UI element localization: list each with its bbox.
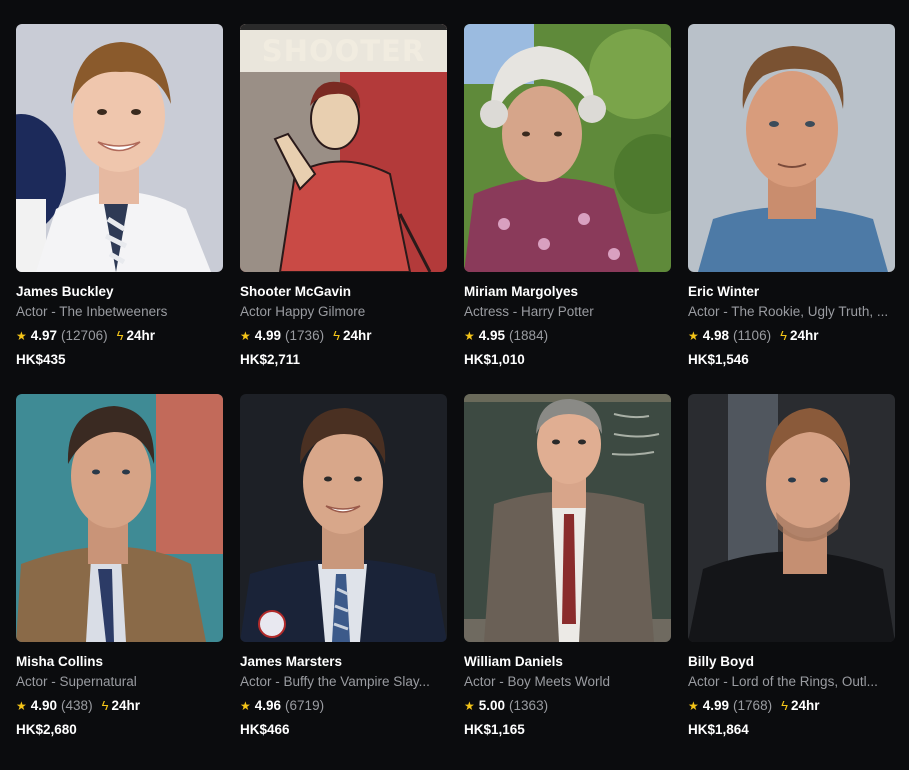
bolt-icon: ϟ (116, 328, 124, 343)
review-count: (1884) (509, 328, 549, 343)
review-count: (1363) (509, 698, 549, 713)
review-count: (438) (61, 698, 93, 713)
talent-card-misha-collins[interactable]: Misha Collins Actor - Supernatural ★ 4.9… (16, 394, 223, 738)
talent-role: Actor - Boy Meets World (464, 674, 611, 689)
talent-role: Actor - Supernatural (16, 674, 137, 689)
star-icon: ★ (688, 699, 699, 713)
price: HK$1,546 (688, 352, 749, 367)
rating-value: 4.96 (254, 698, 282, 713)
talent-role: Actor - The Rookie, Ugly Truth, ... (688, 304, 889, 319)
photo-miriam-margolyes (464, 24, 671, 272)
rating-row: ★ 4.99 (1768) ϟ 24hr (688, 698, 895, 714)
price: HK$1,864 (688, 722, 749, 737)
rating-value: 4.90 (30, 698, 58, 713)
photo-misha-collins (16, 394, 223, 642)
talent-card-billy-boyd[interactable]: Billy Boyd Actor - Lord of the Rings, Ou… (688, 394, 895, 738)
talent-card-miriam-margolyes[interactable]: Miriam Margolyes Actress - Harry Potter … (464, 24, 671, 368)
delivery-badge: 24hr (790, 698, 820, 713)
rating-value: 4.99 (254, 328, 282, 343)
profile-photo[interactable] (688, 394, 895, 642)
review-count: (12706) (61, 328, 108, 343)
profile-photo[interactable] (464, 394, 671, 642)
talent-name[interactable]: James Buckley (16, 284, 223, 300)
profile-photo[interactable] (464, 24, 671, 272)
talent-role: Actor Happy Gilmore (240, 304, 366, 319)
profile-photo[interactable] (16, 394, 223, 642)
profile-photo[interactable] (16, 24, 223, 272)
review-count: (1768) (733, 698, 773, 713)
talent-name[interactable]: Eric Winter (688, 284, 895, 300)
star-icon: ★ (16, 329, 27, 343)
rating-row: ★ 4.98 (1106) ϟ 24hr (688, 328, 895, 344)
rating-value: 5.00 (478, 698, 506, 713)
price: HK$1,010 (464, 352, 525, 367)
talent-card-eric-winter[interactable]: Eric Winter Actor - The Rookie, Ugly Tru… (688, 24, 895, 368)
star-icon: ★ (688, 329, 699, 343)
talent-name[interactable]: Billy Boyd (688, 654, 895, 670)
rating-row: ★ 4.90 (438) ϟ 24hr (16, 698, 223, 714)
delivery-badge: 24hr (126, 328, 156, 343)
talent-name[interactable]: Misha Collins (16, 654, 223, 670)
rating-value: 4.95 (478, 328, 506, 343)
talent-name[interactable]: William Daniels (464, 654, 671, 670)
profile-photo[interactable]: SHOOTER (240, 24, 447, 272)
photo-william-daniels (464, 394, 671, 642)
photo-caption: SHOOTER (261, 34, 426, 68)
talent-role: Actor - Buffy the Vampire Slay... (240, 674, 430, 689)
rating-value: 4.98 (702, 328, 730, 343)
talent-name[interactable]: James Marsters (240, 654, 447, 670)
profile-photo[interactable] (240, 394, 447, 642)
review-count: (1736) (285, 328, 325, 343)
review-count: (6719) (285, 698, 325, 713)
talent-grid: James Buckley Actor - The Inbetweeners ★… (16, 24, 895, 738)
photo-james-marsters (240, 394, 447, 642)
star-icon: ★ (16, 699, 27, 713)
talent-role: Actress - Harry Potter (464, 304, 594, 319)
photo-billy-boyd (688, 394, 895, 642)
rating-row: ★ 4.95 (1884) (464, 328, 671, 344)
profile-photo[interactable] (688, 24, 895, 272)
price: HK$466 (240, 722, 290, 737)
bolt-icon: ϟ (780, 328, 787, 343)
rating-value: 4.99 (702, 698, 730, 713)
bolt-icon: ϟ (333, 328, 340, 343)
photo-james-buckley (16, 24, 223, 272)
price: HK$2,711 (240, 352, 301, 367)
rating-row: ★ 5.00 (1363) (464, 698, 671, 714)
talent-name[interactable]: Shooter McGavin (240, 284, 447, 300)
price: HK$1,165 (464, 722, 525, 737)
rating-row: ★ 4.99 (1736) ϟ 24hr (240, 328, 447, 344)
bolt-icon: ϟ (781, 698, 788, 713)
talent-card-james-marsters[interactable]: James Marsters Actor - Buffy the Vampire… (240, 394, 447, 738)
star-icon: ★ (240, 699, 251, 713)
star-icon: ★ (240, 329, 251, 343)
talent-card-james-buckley[interactable]: James Buckley Actor - The Inbetweeners ★… (16, 24, 223, 368)
delivery-badge: 24hr (342, 328, 372, 343)
rating-row: ★ 4.97 (12706) ϟ 24hr (16, 328, 223, 344)
talent-name[interactable]: Miriam Margolyes (464, 284, 671, 300)
rating-row: ★ 4.96 (6719) (240, 698, 447, 714)
talent-card-shooter-mcgavin[interactable]: SHOOTER Shooter McGavin Actor Happy Gilm… (240, 24, 447, 368)
delivery-badge: 24hr (111, 698, 140, 713)
talent-card-william-daniels[interactable]: William Daniels Actor - Boy Meets World … (464, 394, 671, 738)
review-count: (1106) (733, 328, 772, 343)
price: HK$2,680 (16, 722, 77, 737)
delivery-badge: 24hr (789, 328, 819, 343)
star-icon: ★ (464, 699, 475, 713)
talent-role: Actor - The Inbetweeners (16, 304, 168, 319)
talent-role: Actor - Lord of the Rings, Outl... (688, 674, 878, 689)
rating-value: 4.97 (30, 328, 58, 343)
price: HK$435 (16, 352, 66, 367)
star-icon: ★ (464, 329, 475, 343)
bolt-icon: ϟ (101, 698, 109, 713)
photo-eric-winter (688, 24, 895, 272)
